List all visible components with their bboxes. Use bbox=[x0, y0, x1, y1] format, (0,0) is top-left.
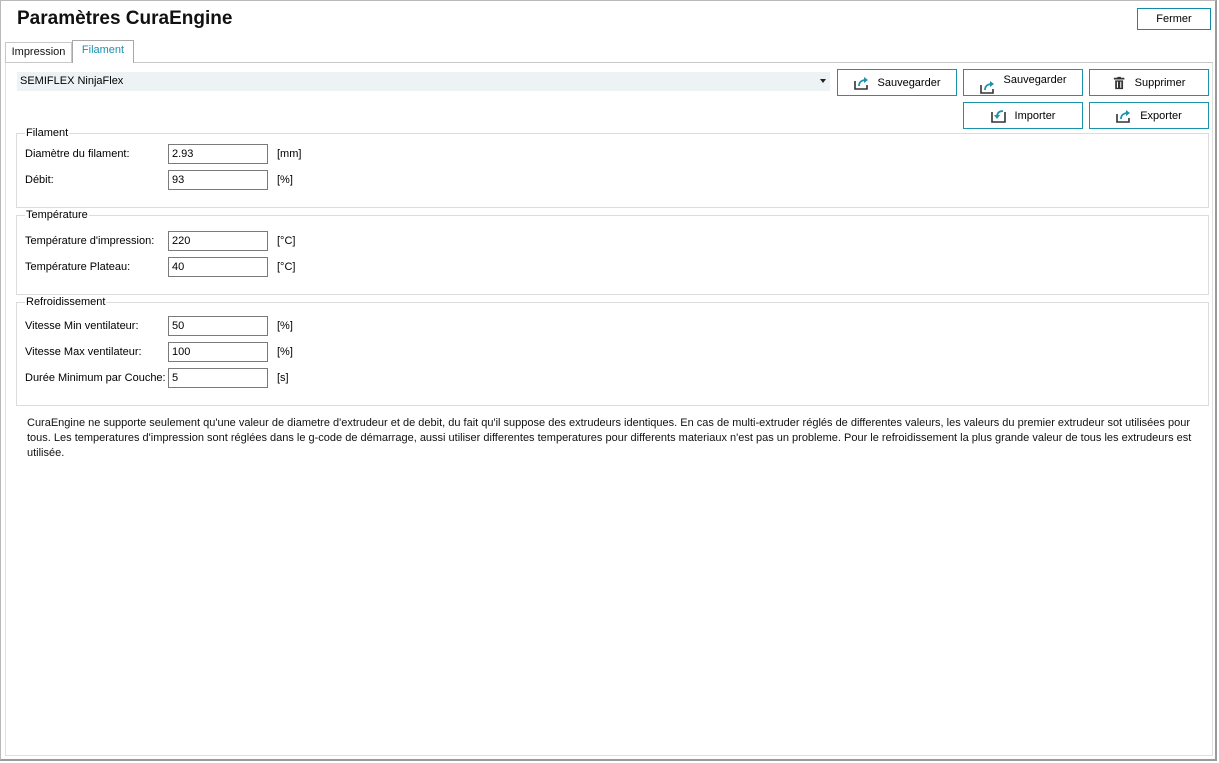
delete-button[interactable]: Supprimer bbox=[1089, 69, 1209, 96]
bed-temperature-label: Température Plateau: bbox=[25, 261, 131, 273]
print-temperature-field[interactable] bbox=[168, 231, 268, 251]
save-as-button-label: Sauvegarder bbox=[1003, 74, 1067, 86]
flow-unit: [%] bbox=[277, 174, 293, 186]
fan-min-unit: [%] bbox=[277, 320, 293, 332]
min-layer-time-label: Durée Minimum par Couche: bbox=[25, 372, 166, 384]
filament-diameter-label: Diamètre du filament: bbox=[25, 148, 130, 160]
window-title: Paramètres CuraEngine bbox=[17, 8, 233, 29]
delete-button-label: Supprimer bbox=[1134, 76, 1186, 89]
close-button[interactable]: Fermer bbox=[1137, 8, 1211, 30]
save-button[interactable]: Sauvegarder bbox=[837, 69, 957, 96]
filament-group-title: Filament bbox=[25, 127, 70, 139]
export-button[interactable]: Exporter bbox=[1089, 102, 1209, 129]
min-layer-time-field[interactable] bbox=[168, 368, 268, 388]
fan-min-field[interactable] bbox=[168, 316, 268, 336]
temperature-group-title: Température bbox=[25, 209, 89, 221]
print-temperature-label: Température d'impression: bbox=[25, 235, 155, 247]
filament-diameter-field[interactable] bbox=[168, 144, 268, 164]
info-text: CuraEngine ne supporte seulement qu'une … bbox=[27, 417, 1192, 459]
filament-diameter-unit: [mm] bbox=[277, 148, 302, 160]
profile-dropdown[interactable]: SEMIFLEX NinjaFlex bbox=[17, 72, 830, 91]
import-button-label: Importer bbox=[1014, 109, 1056, 122]
tab-filament[interactable]: Filament bbox=[72, 40, 134, 63]
flow-field[interactable] bbox=[168, 170, 268, 190]
fan-max-field[interactable] bbox=[168, 342, 268, 362]
export-icon bbox=[1116, 109, 1131, 123]
profile-dropdown-value: SEMIFLEX NinjaFlex bbox=[20, 75, 124, 87]
chevron-down-icon[interactable] bbox=[820, 79, 826, 83]
bed-temperature-unit: [°C] bbox=[277, 261, 296, 273]
share-arrow-icon bbox=[853, 76, 868, 90]
import-button[interactable]: Importer bbox=[963, 102, 1083, 129]
print-temperature-unit: [°C] bbox=[277, 235, 296, 247]
fan-max-label: Vitesse Max ventilateur: bbox=[25, 346, 142, 358]
fan-min-label: Vitesse Min ventilateur: bbox=[25, 320, 139, 332]
share-arrow-icon bbox=[979, 81, 994, 94]
temperature-group: Température bbox=[16, 209, 1209, 295]
cooling-group-title: Refroidissement bbox=[25, 296, 107, 308]
save-as-button[interactable]: Sauvegarder bbox=[963, 69, 1083, 96]
export-button-label: Exporter bbox=[1140, 109, 1182, 122]
fan-max-unit: [%] bbox=[277, 346, 293, 358]
flow-label: Débit: bbox=[25, 174, 54, 186]
tab-impression[interactable]: Impression bbox=[5, 42, 72, 62]
save-button-label: Sauvegarder bbox=[877, 76, 941, 89]
import-icon bbox=[990, 109, 1006, 123]
trash-icon bbox=[1113, 76, 1124, 89]
bed-temperature-field[interactable] bbox=[168, 257, 268, 277]
min-layer-time-unit: [s] bbox=[277, 372, 289, 384]
